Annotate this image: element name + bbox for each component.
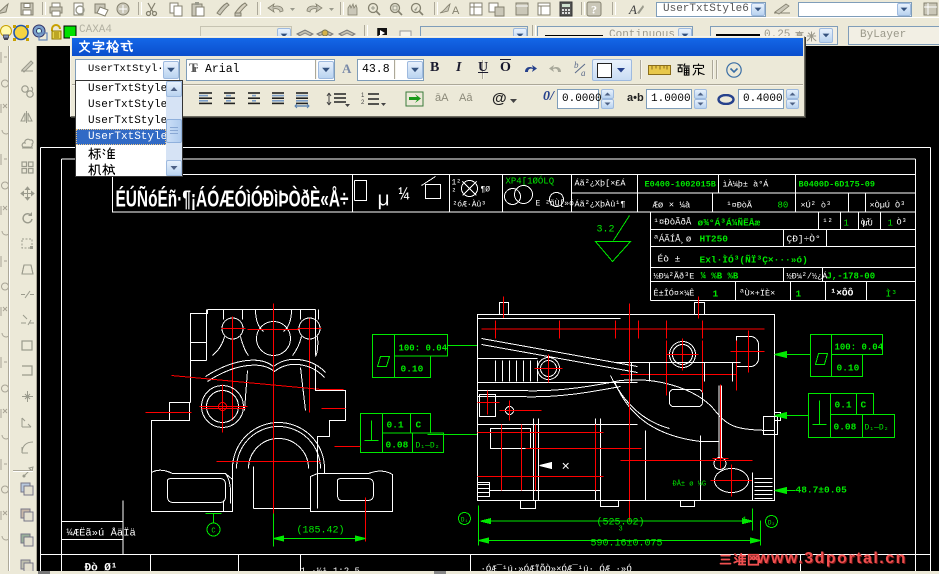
svg-text:J,-178-00: J,-178-00 bbox=[827, 272, 876, 282]
svg-text:²: ² bbox=[452, 188, 457, 197]
svg-text:C: C bbox=[861, 400, 867, 411]
svg-text:A: A bbox=[452, 5, 460, 17]
svg-text:48.7±0.05: 48.7±0.05 bbox=[796, 485, 848, 496]
svg-text:½Ð¼²/½¿Á: ½Ð¼²/½¿Á bbox=[787, 271, 829, 282]
svg-text:ø¾°Á³Á¼ÑËÅæ: ø¾°Á³Á¼ÑËÅæ bbox=[698, 218, 761, 229]
svg-text:ªÙ×+ÏÈ×: ªÙ×+ÏÈ× bbox=[740, 288, 776, 299]
svg-text:HT250: HT250 bbox=[700, 234, 729, 245]
svg-text:×Ú² ò³: ×Ú² ò³ bbox=[801, 200, 832, 211]
svg-text:100: 0.04: 100: 0.04 bbox=[835, 343, 884, 353]
svg-text:C: C bbox=[211, 528, 215, 536]
svg-text:0.1: 0.1 bbox=[387, 420, 404, 431]
svg-text:0.08: 0.08 bbox=[834, 422, 857, 433]
svg-text:3.2: 3.2 bbox=[597, 225, 615, 236]
svg-text:µÚ: µÚ bbox=[863, 218, 873, 229]
svg-text:½Ð¼²Ãð³E: ½Ð¼²Ãð³E bbox=[654, 271, 695, 282]
svg-text:Áã²¿XþÀû¹¶: Áã²¿XþÀû¹¶ bbox=[575, 199, 626, 210]
svg-text:Æø × ¼à: Æø × ¼à bbox=[653, 201, 691, 211]
svg-text:Ò³: Ò³ bbox=[897, 217, 907, 228]
svg-text:×: × bbox=[562, 460, 570, 476]
svg-text:3: 3 bbox=[619, 526, 623, 534]
svg-text:Exl·ÌÓ³(ÑÏ³Ç×···»ó): Exl·ÌÓ³(ÑÏ³Ç×···»ó) bbox=[700, 255, 808, 266]
svg-text:ÇÐ]÷Ò°: ÇÐ]÷Ò° bbox=[787, 234, 821, 245]
svg-text:1: 1 bbox=[888, 219, 893, 229]
svg-text:1: 1 bbox=[713, 289, 719, 300]
svg-text:ÐÅ± ø ¼G: ÐÅ± ø ¼G bbox=[673, 480, 707, 489]
svg-text:·ÓÆ¯¹ú·»ÓÆÏÕÒ»×ÓÆ¯¹ú· ÓÆ ·»Ó: ·ÓÆ¯¹ú·»ÓÆÏÕÒ»×ÓÆ¯¹ú· ÓÆ ·»Ó bbox=[481, 564, 632, 572]
svg-text:¹²: ¹² bbox=[823, 218, 833, 228]
svg-text:0.10: 0.10 bbox=[401, 364, 424, 375]
svg-text:1: 1 bbox=[796, 289, 802, 300]
svg-text:A: A bbox=[628, 2, 637, 17]
svg-text:(185.42): (185.42) bbox=[297, 525, 345, 537]
svg-text:Ê±ÎÓ¤×¼Ê: Ê±ÎÓ¤×¼Ê bbox=[654, 288, 695, 299]
svg-text:ìÀ¼þ± à°Á: ìÀ¼þ± à°Á bbox=[723, 179, 770, 190]
svg-text:100: 0.04: 100: 0.04 bbox=[399, 344, 448, 354]
svg-text:1: 1 bbox=[743, 517, 747, 525]
svg-text:D₁—D₂: D₁—D₂ bbox=[865, 424, 889, 433]
svg-text:ªÁÃÍÅ¸ø: ªÁÃÍÅ¸ø bbox=[654, 234, 692, 245]
svg-text:D₁: D₁ bbox=[461, 517, 468, 524]
svg-text:D₂: D₂ bbox=[768, 520, 775, 527]
svg-text:XP4[1ØÓLQ: XP4[1ØÓLQ bbox=[506, 176, 555, 187]
svg-text:Éò ±: Éò ± bbox=[658, 254, 681, 265]
svg-text:¹¤ÐòÃðÅ: ¹¤ÐòÃðÅ bbox=[654, 217, 692, 228]
svg-text:E ²ñÙ[»ó: E ²ñÙ[»ó bbox=[536, 199, 575, 209]
svg-text:¼: ¼ bbox=[399, 186, 410, 206]
svg-text:C: C bbox=[416, 420, 422, 431]
svg-text:E0400-1002015B: E0400-1002015B bbox=[645, 180, 716, 190]
svg-text:1²: 1² bbox=[452, 179, 462, 188]
svg-text:¼ %B %B: ¼ %B %B bbox=[701, 272, 739, 282]
svg-text:1: 1 bbox=[844, 219, 849, 229]
svg-text:B0400D-6D175-09: B0400D-6D175-09 bbox=[799, 180, 876, 190]
svg-text:ÉÚÑóÉñ·¶¡ÁÓÆÓìÓÐìÞÒðÈ«Å÷: ÉÚÑóÉñ·¶¡ÁÓÆÓìÓÐìÞÒðÈ«Å÷ bbox=[116, 185, 349, 212]
svg-text:1: 1 bbox=[361, 93, 365, 99]
svg-text:80: 80 bbox=[778, 201, 789, 211]
svg-text:Ðò Ø¹: Ðò Ø¹ bbox=[85, 563, 118, 572]
svg-text:¹¤ÐòÃ: ¹¤ÐòÃ bbox=[727, 200, 753, 211]
svg-text:?: ? bbox=[591, 3, 597, 17]
svg-text:0.10: 0.10 bbox=[837, 363, 860, 374]
svg-text:a: a bbox=[581, 68, 586, 78]
svg-text:¼ÆËã»ú ÅäÏä: ¼ÆËã»ú ÅäÏä bbox=[67, 527, 136, 540]
svg-text:D₁—D₂: D₁—D₂ bbox=[416, 442, 440, 451]
svg-text:0.1: 0.1 bbox=[835, 400, 852, 411]
svg-text:Áã²¿Xþ[×£Á: Áã²¿Xþ[×£Á bbox=[575, 178, 627, 189]
svg-text:¹×ÔÔ: ¹×ÔÔ bbox=[831, 288, 854, 299]
svg-text:¶Ø: ¶Ø bbox=[481, 186, 491, 195]
svg-text:b: b bbox=[574, 60, 579, 70]
svg-text:²óÆ·Àû³: ²óÆ·Àû³ bbox=[453, 201, 487, 210]
svg-text:µ: µ bbox=[378, 190, 390, 213]
svg-text:0.08: 0.08 bbox=[386, 440, 409, 451]
svg-text:590.16±0.075: 590.16±0.075 bbox=[591, 539, 663, 550]
svg-text:×ÒµÚ Ò³: ×ÒµÚ Ò³ bbox=[870, 200, 906, 211]
svg-text:Ì³: Ì³ bbox=[886, 289, 897, 300]
svg-text:2: 2 bbox=[361, 100, 365, 106]
